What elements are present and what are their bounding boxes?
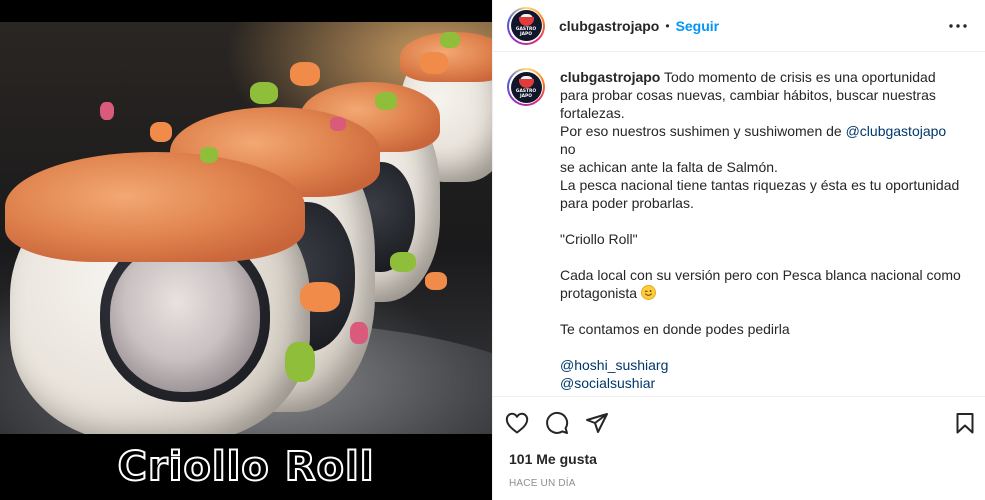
caption-text: La pesca nacional tiene tantas riquezas … <box>560 177 960 193</box>
follow-button[interactable]: Seguir <box>676 18 720 34</box>
post-caption: clubgastrojapo Todo momento de crisis es… <box>560 68 965 391</box>
caption-text: no <box>560 141 576 157</box>
caption-text: Todo momento de crisis es una oportunida… <box>660 69 936 85</box>
share-icon[interactable] <box>585 403 625 443</box>
post-timestamp[interactable]: HACE UN DÍA <box>493 470 985 500</box>
sushi-photo <box>0 22 492 434</box>
post-actions <box>493 396 985 448</box>
caption-text: se achican ante la falta de Salmón. <box>560 159 778 175</box>
caption-text: para poder probarlas. <box>560 195 694 211</box>
media-overlay-title: Criollo Roll <box>117 444 375 490</box>
author-username[interactable]: clubgastrojapo <box>559 18 659 34</box>
caption-username[interactable]: clubgastrojapo <box>560 69 660 85</box>
caption-text: protagonista <box>560 285 641 301</box>
header-separator: • <box>665 18 670 33</box>
media-caption-band: Criollo Roll <box>0 434 492 500</box>
post-panel: GASTRO JAPO clubgastrojapo • Seguir GAST… <box>492 0 985 500</box>
post-header: GASTRO JAPO clubgastrojapo • Seguir <box>493 0 985 52</box>
mention-link[interactable]: @socialsushiar <box>560 374 965 392</box>
caption-author-avatar[interactable]: GASTRO JAPO <box>507 68 545 106</box>
mention-link[interactable]: @clubgastojapo <box>846 123 947 139</box>
caption-text: Te contamos en donde podes pedirla <box>560 321 790 337</box>
bookmark-icon[interactable] <box>935 403 975 443</box>
mention-link[interactable]: @hoshi_sushiarg <box>560 356 965 374</box>
caption-text: "Criollo Roll" <box>560 231 638 247</box>
likes-count[interactable]: 101 Me gusta <box>493 448 985 470</box>
caption-text: Por eso nuestros sushimen y sushiwomen d… <box>560 123 846 139</box>
more-horizontal-icon[interactable] <box>945 13 971 39</box>
caption-text: para probar cosas nuevas, cambiar hábito… <box>560 87 936 103</box>
post-modal: Criollo Roll GASTRO JAPO clubgastrojapo • <box>0 0 985 500</box>
winking-face-icon <box>640 285 656 300</box>
heart-icon[interactable] <box>505 403 545 443</box>
author-avatar[interactable]: GASTRO JAPO <box>507 6 545 45</box>
avatar-logo-text: GASTRO JAPO <box>515 27 537 37</box>
sushi-piece <box>5 152 310 434</box>
caption-text: fortalezas. <box>560 105 625 121</box>
caption-text: Cada local con su versión pero con Pesca… <box>560 267 961 283</box>
post-media[interactable]: Criollo Roll <box>0 0 492 500</box>
comment-icon[interactable] <box>545 403 585 443</box>
post-caption-area: GASTRO JAPO clubgastrojapo Todo momento d… <box>493 52 985 396</box>
